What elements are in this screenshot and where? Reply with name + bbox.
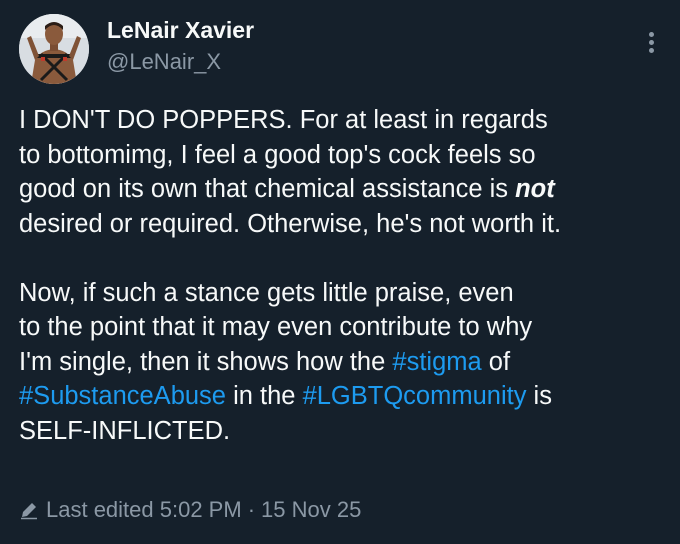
tweet-line: I'm single, then it shows how the #stigm…	[19, 345, 669, 380]
tweet-line: good on its own that chemical assistance…	[19, 172, 669, 207]
author-handle[interactable]: @LeNair_X	[107, 49, 221, 75]
tweet-line: SELF-INFLICTED.	[19, 416, 231, 445]
emphasis-text: not	[515, 175, 555, 203]
hashtag-link-substanceabuse[interactable]: #SubstanceAbuse	[19, 382, 226, 410]
tweet-text-segment: is	[526, 382, 552, 410]
hashtag-link-lgbtqcommunity[interactable]: #LGBTQcommunity	[303, 382, 527, 410]
tweet-line: #SubstanceAbuse in the #LGBTQcommunity i…	[19, 379, 669, 414]
hashtag-link-stigma[interactable]: #stigma	[392, 348, 481, 376]
author-name[interactable]: LeNair Xavier	[107, 17, 254, 44]
tweet-line: to the point that it may even contribute…	[19, 313, 533, 341]
edit-history-link[interactable]: Last edited 5:02 PM · 15 Nov 25	[19, 497, 361, 523]
tweet-line: I DON'T DO POPPERS. For at least in rega…	[19, 106, 548, 134]
tweet-text-segment: of	[481, 347, 511, 376]
tweet-line: to bottomimg, I feel a good top's cock f…	[19, 140, 536, 169]
more-vertical-icon-dot	[649, 48, 654, 53]
tweet-text-segment: in the	[226, 382, 303, 410]
tweet-text: I DON'T DO POPPERS. For at least in rega…	[19, 103, 669, 448]
tweet-line: desired or required. Otherwise, he's not…	[19, 209, 562, 238]
tweet-text-segment: I'm single, then it shows how the	[19, 347, 393, 376]
profile-photo-icon	[19, 14, 89, 84]
tweet-card: LeNair Xavier @LeNair_X I DON'T DO POPPE…	[0, 0, 680, 544]
more-vertical-icon-dot	[649, 40, 654, 45]
more-vertical-icon	[649, 32, 654, 37]
tweet-line: Now, if such a stance gets little praise…	[19, 278, 514, 307]
avatar[interactable]	[19, 14, 89, 84]
more-options-button[interactable]	[640, 22, 664, 62]
tweet-text-segment: good on its own that chemical assistance…	[19, 175, 516, 203]
separator: ·	[247, 497, 256, 522]
pencil-icon	[21, 503, 37, 520]
edited-date: 15 Nov 25	[261, 497, 362, 522]
edited-label: Last edited 5:02 PM	[46, 497, 242, 522]
